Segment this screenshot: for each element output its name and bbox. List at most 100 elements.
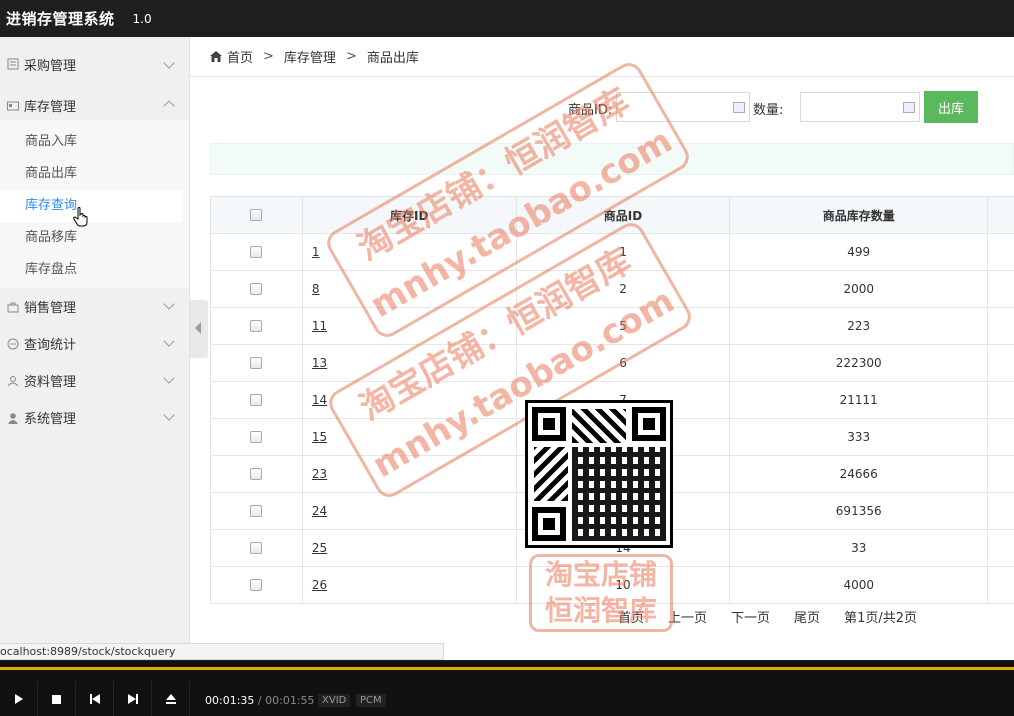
extra-cell [988, 234, 1014, 270]
sidebar-item-stock-in[interactable]: 商品入库 [0, 126, 189, 158]
app-version: 1.0 [132, 11, 152, 26]
row-select-cell [211, 493, 303, 529]
stock-id-cell: 14 [303, 382, 517, 418]
row-select-cell [211, 271, 303, 307]
sidebar-submenu-inventory: 商品入库 商品出库 库存查询 商品移库 库存盘点 [0, 120, 189, 288]
previous-icon[interactable] [76, 681, 114, 716]
quantity-input[interactable] [800, 92, 920, 122]
qty-cell: 33 [730, 530, 989, 566]
calendar-icon[interactable] [903, 102, 915, 113]
time-separator: / [257, 694, 262, 707]
sidebar-group-data[interactable]: 资料管理 [0, 362, 189, 399]
status-url: ocalhost:8989/stock/stockquery [0, 643, 444, 660]
stop-icon[interactable] [38, 681, 76, 716]
row-checkbox[interactable] [250, 283, 263, 295]
header-qty: 商品库存数量 [730, 197, 989, 233]
stock-id-link[interactable]: 23 [312, 467, 327, 481]
table-row: 25 14 33 [211, 530, 1014, 567]
stock-id-cell: 24 [303, 493, 517, 529]
row-checkbox[interactable] [250, 394, 263, 406]
sidebar-item-stock-query[interactable]: 库存查询 [0, 190, 182, 222]
stock-id-cell: 13 [303, 345, 517, 381]
stock-id-cell: 25 [303, 530, 517, 566]
sidebar-group-label: 系统管理 [24, 412, 77, 427]
product-id-cell: 14 [517, 530, 731, 566]
stock-id-link[interactable]: 11 [312, 319, 327, 333]
row-checkbox[interactable] [250, 468, 263, 480]
extra-cell [988, 530, 1014, 566]
stock-id-link[interactable]: 15 [312, 430, 327, 444]
stock-id-link[interactable]: 25 [312, 541, 327, 555]
chevron-down-icon [163, 409, 175, 421]
calendar-icon[interactable] [733, 102, 745, 113]
row-checkbox[interactable] [250, 579, 263, 591]
header-extra [988, 197, 1014, 233]
row-checkbox[interactable] [250, 505, 263, 517]
pager-last[interactable]: 尾页 [794, 607, 820, 626]
sidebar-group-system[interactable]: 系统管理 [0, 399, 189, 436]
video-player-bar: 00:01:35 / 00:01:55 XVID PCM [0, 660, 1014, 716]
row-checkbox[interactable] [250, 542, 263, 554]
stock-id-link[interactable]: 13 [312, 356, 327, 370]
row-checkbox[interactable] [250, 357, 263, 369]
qty-cell: 21111 [730, 382, 989, 418]
sidebar-item-stock-move[interactable]: 商品移库 [0, 222, 189, 254]
extra-cell [988, 419, 1014, 455]
next-icon[interactable] [114, 681, 152, 716]
sidebar-group-label: 资料管理 [24, 375, 77, 390]
sidebar-group-label: 查询统计 [24, 338, 77, 353]
sidebar-group-sales[interactable]: 销售管理 [0, 288, 189, 325]
table-row: 15 333 [211, 419, 1014, 456]
product-id-cell: 1 [517, 234, 731, 270]
qty-cell: 499 [730, 234, 989, 270]
row-select-cell [211, 382, 303, 418]
header-product-id: 商品ID [517, 197, 731, 233]
product-id-label: 商品ID: [568, 103, 613, 118]
sidebar-group-purchase[interactable]: 采购管理 [0, 37, 189, 91]
app-window: 进销存管理系统 1.0 采购管理 库存管理 商品入库 商品出库 库存查询 商品移… [0, 0, 1014, 716]
product-id-cell: 10 [517, 567, 731, 603]
row-select-cell [211, 419, 303, 455]
qty-cell: 24666 [730, 456, 989, 492]
qty-cell: 2000 [730, 271, 989, 307]
sidebar-item-stock-out[interactable]: 商品出库 [0, 158, 189, 190]
pager-prev[interactable]: 上一页 [668, 607, 707, 626]
sidebar: 采购管理 库存管理 商品入库 商品出库 库存查询 商品移库 库存盘点 销售管理 [0, 37, 190, 643]
hand-cursor-icon [73, 207, 88, 227]
stock-id-link[interactable]: 24 [312, 504, 327, 518]
stock-id-cell: 26 [303, 567, 517, 603]
table-row: 26 10 4000 [211, 567, 1014, 604]
sidebar-group-stats[interactable]: 查询统计 [0, 325, 189, 362]
stock-id-link[interactable]: 8 [312, 282, 320, 296]
row-checkbox[interactable] [250, 320, 263, 332]
stock-id-link[interactable]: 14 [312, 393, 327, 407]
row-checkbox[interactable] [250, 246, 263, 258]
bag-icon [6, 301, 20, 313]
play-icon[interactable] [0, 681, 38, 716]
select-all-checkbox[interactable] [250, 209, 263, 221]
breadcrumb-home[interactable]: 首页 [227, 47, 253, 66]
app-title: 进销存管理系统 [6, 10, 115, 28]
table-row: 1 1 499 [211, 234, 1014, 271]
row-checkbox[interactable] [250, 431, 263, 443]
playback-progress-bar[interactable] [0, 667, 1014, 670]
row-select-cell [211, 345, 303, 381]
chevron-down-icon [163, 372, 175, 384]
pager-first[interactable]: 首页 [618, 607, 644, 626]
sidebar-item-stock-check[interactable]: 库存盘点 [0, 254, 189, 286]
product-id-cell [517, 493, 731, 529]
row-select-cell [211, 530, 303, 566]
extra-cell [988, 308, 1014, 344]
breadcrumb-separator: > [345, 49, 357, 64]
stock-id-cell: 11 [303, 308, 517, 344]
pager-next[interactable]: 下一页 [731, 607, 770, 626]
current-time: 00:01:35 [205, 694, 255, 707]
total-time: 00:01:55 [265, 694, 315, 707]
product-id-input[interactable] [616, 92, 750, 122]
breadcrumb-inventory[interactable]: 库存管理 [284, 47, 336, 66]
stock-out-button[interactable]: 出库 [924, 91, 978, 123]
sidebar-group-inventory[interactable]: 库存管理 [0, 91, 189, 120]
stock-id-link[interactable]: 1 [312, 245, 320, 259]
stock-id-link[interactable]: 26 [312, 578, 327, 592]
eject-icon[interactable] [152, 681, 190, 716]
